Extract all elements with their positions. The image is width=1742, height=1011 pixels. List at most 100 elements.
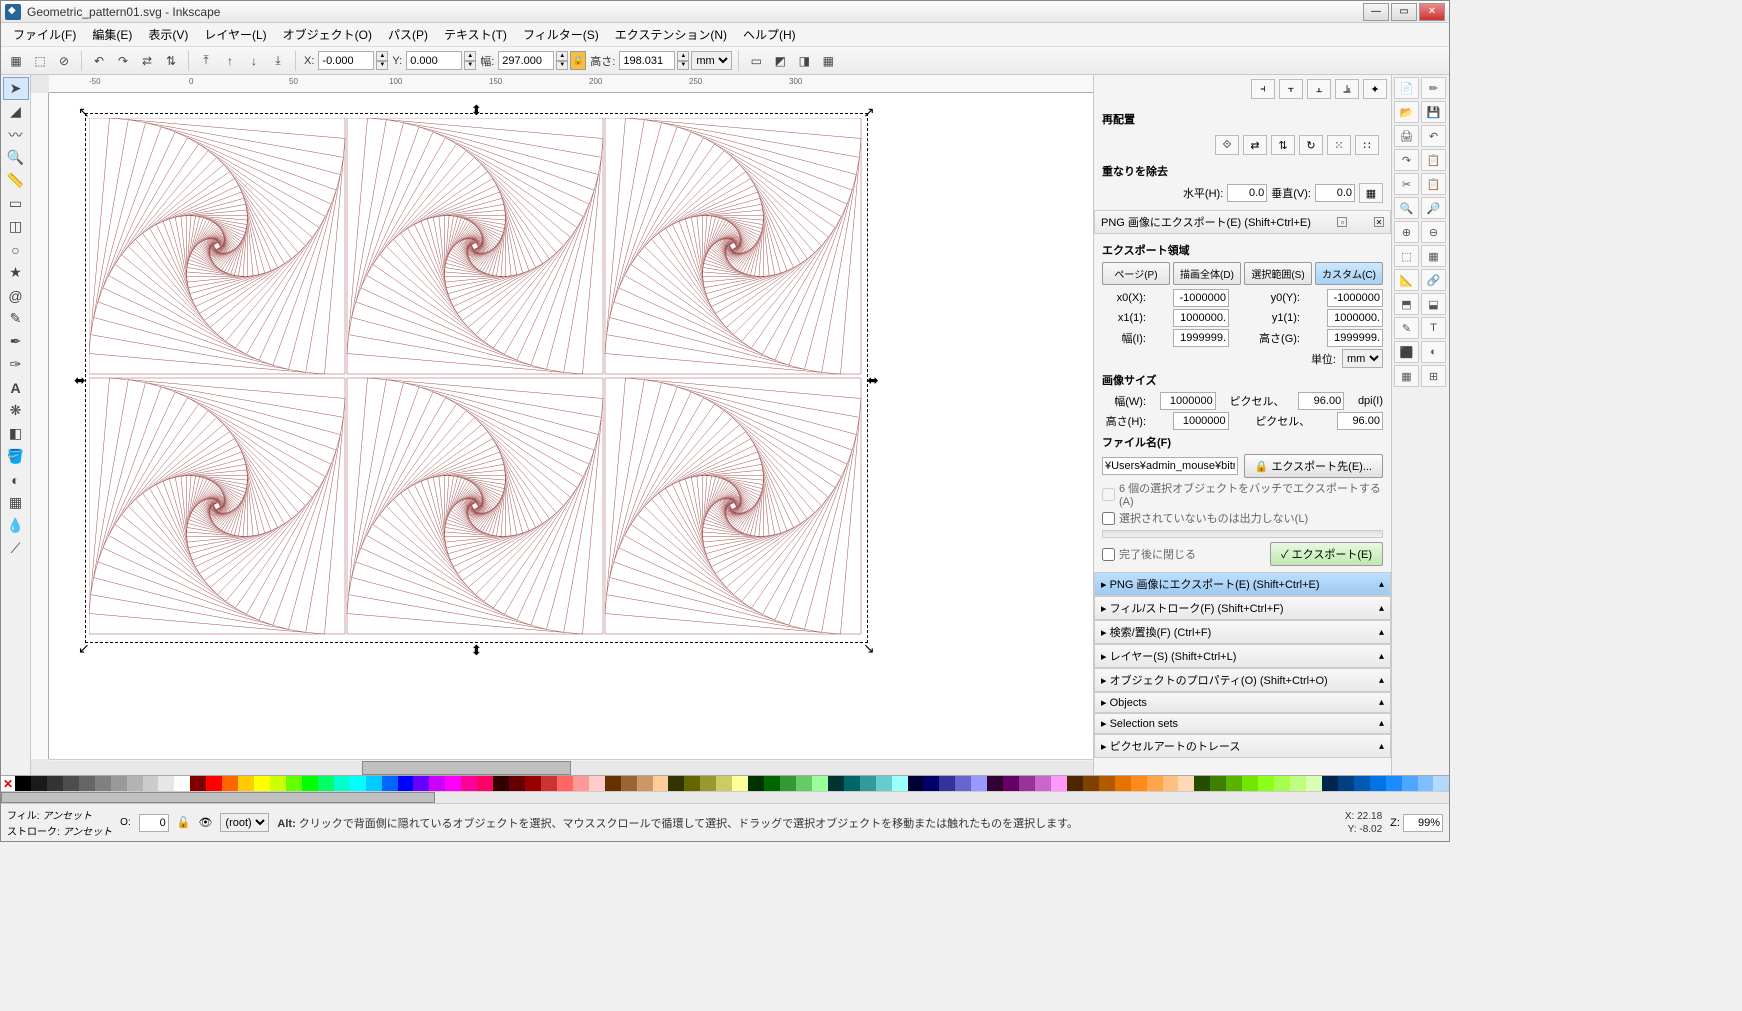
color-swatch[interactable] (509, 776, 525, 791)
color-swatch[interactable] (812, 776, 828, 791)
handle-e-icon[interactable]: ⬌ (867, 372, 879, 384)
collapsed-panel-3[interactable]: ▸ レイヤー(S) (Shift+Ctrl+L)▴ (1094, 644, 1391, 668)
color-swatch[interactable] (1354, 776, 1370, 791)
bezier-tool-icon[interactable]: ✒ (3, 330, 29, 353)
remove-overlap-button[interactable]: ▦ (1359, 183, 1383, 203)
right-tool-4-icon[interactable]: 🖨 (1394, 125, 1419, 147)
zoom-tool-icon[interactable]: 🔍 (3, 146, 29, 169)
color-swatch[interactable] (79, 776, 95, 791)
right-tool-10-icon[interactable]: 🔍 (1394, 197, 1419, 219)
color-swatch[interactable] (876, 776, 892, 791)
raise-top-icon[interactable]: ⤒ (195, 50, 217, 72)
color-swatch[interactable] (1418, 776, 1434, 791)
color-swatch[interactable] (477, 776, 493, 791)
close-checkbox[interactable] (1102, 548, 1115, 561)
y1-input[interactable] (1327, 309, 1383, 327)
align-right-icon[interactable]: ⫠ (1307, 79, 1331, 99)
flip-v-icon[interactable]: ⇅ (160, 50, 182, 72)
collapsed-panel-5[interactable]: ▸ Objects▴ (1094, 692, 1391, 713)
x-up-icon[interactable]: ▲ (376, 51, 388, 61)
menu-s[interactable]: フィルター(S) (515, 24, 607, 45)
hide-checkbox[interactable] (1102, 512, 1115, 525)
color-swatch[interactable] (366, 776, 382, 791)
right-tool-3-icon[interactable]: 💾 (1421, 101, 1446, 123)
fill-tool-icon[interactable]: 🪣 (3, 445, 29, 468)
color-swatch[interactable] (1035, 776, 1051, 791)
color-swatch[interactable] (525, 776, 541, 791)
color-swatch[interactable] (334, 776, 350, 791)
random-icon[interactable]: ⁙ (1327, 135, 1351, 155)
align-center-icon[interactable]: ⫟ (1279, 79, 1303, 99)
collapsed-panel-6[interactable]: ▸ Selection sets▴ (1094, 713, 1391, 734)
color-swatch[interactable] (764, 776, 780, 791)
right-tool-1-icon[interactable]: ✏ (1421, 77, 1446, 99)
gradient-tool-icon[interactable]: ◐ (3, 468, 29, 491)
color-swatch[interactable] (1163, 776, 1179, 791)
text-tool-icon[interactable]: A (3, 376, 29, 399)
minimize-button[interactable]: — (1363, 3, 1389, 21)
rotate-ccw-icon[interactable]: ↶ (88, 50, 110, 72)
color-swatch[interactable] (158, 776, 174, 791)
color-swatch[interactable] (222, 776, 238, 791)
color-swatch[interactable] (668, 776, 684, 791)
color-swatch[interactable] (445, 776, 461, 791)
handle-nw-icon[interactable]: ↖ (78, 104, 90, 116)
color-swatch[interactable] (971, 776, 987, 791)
color-swatch[interactable] (621, 776, 637, 791)
color-swatch[interactable] (860, 776, 876, 791)
color-swatch[interactable] (828, 776, 844, 791)
color-swatch[interactable] (732, 776, 748, 791)
h-up-icon[interactable]: ▲ (677, 51, 689, 61)
color-swatch[interactable] (1290, 776, 1306, 791)
connector-tool-icon[interactable]: ⟋ (3, 537, 29, 560)
color-swatch[interactable] (1115, 776, 1131, 791)
eraser-tool-icon[interactable]: ◧ (3, 422, 29, 445)
w-input[interactable] (498, 51, 554, 70)
right-tool-11-icon[interactable]: 🔎 (1421, 197, 1446, 219)
color-swatch[interactable] (1067, 776, 1083, 791)
menu-n[interactable]: エクステンション(N) (607, 24, 735, 45)
right-tool-17-icon[interactable]: 🔗 (1421, 269, 1446, 291)
unit-select[interactable]: mm (691, 51, 732, 70)
color-swatch[interactable] (1226, 776, 1242, 791)
color-swatch[interactable] (63, 776, 79, 791)
align-left-icon[interactable]: ⫞ (1251, 79, 1275, 99)
h-scrollbar[interactable] (49, 759, 1093, 775)
color-swatch[interactable] (637, 776, 653, 791)
color-swatch[interactable] (955, 776, 971, 791)
color-swatch[interactable] (780, 776, 796, 791)
color-swatch[interactable] (684, 776, 700, 791)
star-tool-icon[interactable]: ★ (3, 261, 29, 284)
color-swatch[interactable] (716, 776, 732, 791)
color-swatch[interactable] (302, 776, 318, 791)
right-tool-15-icon[interactable]: ▦ (1421, 245, 1446, 267)
color-swatch[interactable] (1370, 776, 1386, 791)
exchange-cw-icon[interactable]: ↻ (1299, 135, 1323, 155)
color-swatch[interactable] (47, 776, 63, 791)
color-swatch[interactable] (398, 776, 414, 791)
export-tab-3[interactable]: カスタム(C) (1315, 262, 1383, 285)
dpi-input2[interactable] (1337, 412, 1383, 430)
export-to-button[interactable]: 🔒 エクスポート先(E)... (1244, 454, 1383, 478)
rotate-cw-icon[interactable]: ↷ (112, 50, 134, 72)
color-swatch[interactable] (174, 776, 190, 791)
calligraphy-tool-icon[interactable]: ✑ (3, 353, 29, 376)
color-swatch[interactable] (1242, 776, 1258, 791)
handle-n-icon[interactable]: ⬍ (471, 102, 483, 114)
close-button[interactable]: ✕ (1419, 3, 1445, 21)
color-swatch[interactable] (1099, 776, 1115, 791)
color-swatch[interactable] (557, 776, 573, 791)
menu-h[interactable]: ヘルプ(H) (735, 24, 804, 45)
export-unit-select[interactable]: mm (1342, 349, 1383, 368)
canvas[interactable]: ↖ ⬍ ↗ ⬌ ⬌ ↙ ⬍ ↘ (49, 93, 1093, 759)
spray-tool-icon[interactable]: ❋ (3, 399, 29, 422)
lower-icon[interactable]: ↓ (243, 50, 265, 72)
right-tool-16-icon[interactable]: 📐 (1394, 269, 1419, 291)
ellipse-tool-icon[interactable]: ○ (3, 238, 29, 261)
color-swatch[interactable] (1178, 776, 1194, 791)
img-w-input[interactable] (1160, 392, 1216, 410)
right-tool-7-icon[interactable]: 📋 (1421, 149, 1446, 171)
color-swatch[interactable] (1338, 776, 1354, 791)
right-tool-20-icon[interactable]: ✎ (1394, 317, 1419, 339)
color-swatch[interactable] (653, 776, 669, 791)
